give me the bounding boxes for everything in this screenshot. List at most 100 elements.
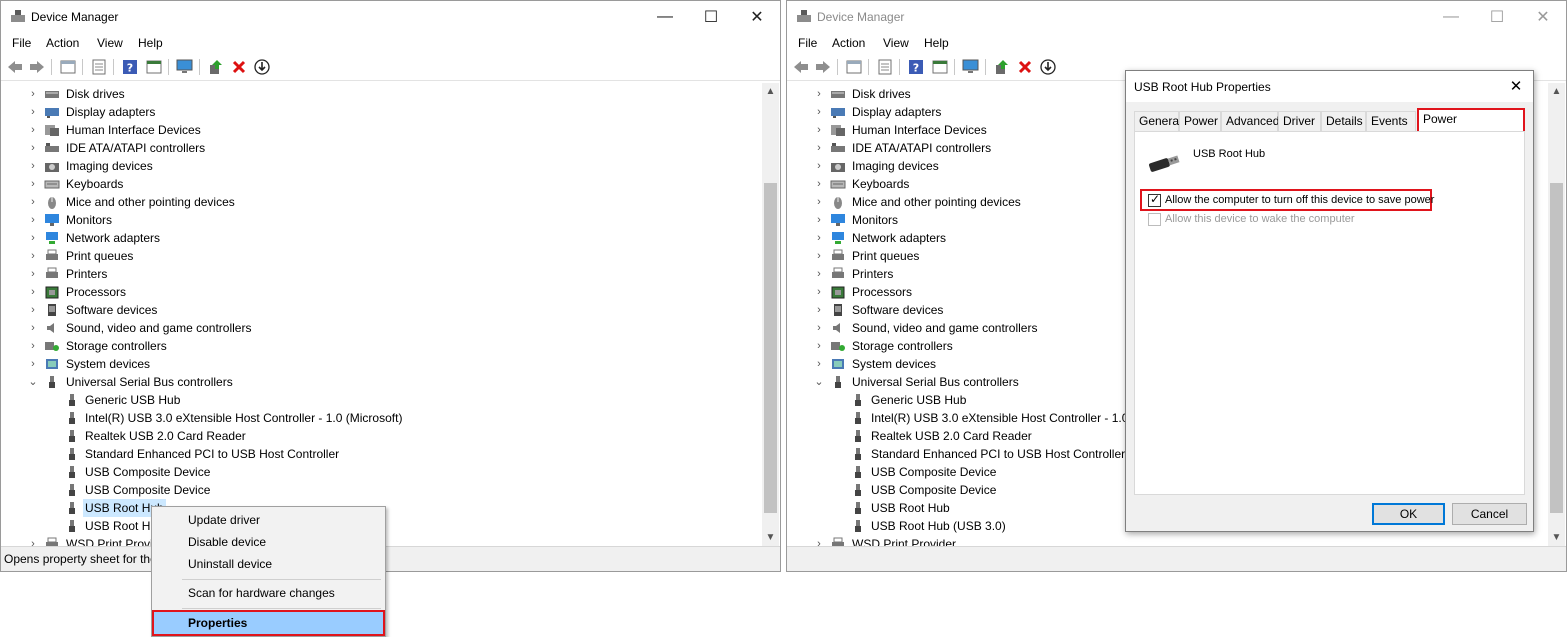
allow-turn-off-label[interactable]: Allow the computer to turn off this devi… xyxy=(1165,194,1434,206)
menu-view[interactable]: View xyxy=(97,36,123,50)
menu-file[interactable]: File xyxy=(12,36,31,50)
properties-icon[interactable] xyxy=(90,58,108,76)
vertical-scrollbar[interactable]: ▲ ▼ xyxy=(1548,83,1565,546)
scroll-up-icon[interactable]: ▲ xyxy=(1548,83,1565,100)
menu-item-uninstall-device[interactable]: Uninstall device xyxy=(154,553,383,575)
expand-chevron-icon[interactable]: › xyxy=(814,535,824,546)
expand-chevron-icon[interactable]: › xyxy=(814,265,824,283)
scroll-up-icon[interactable]: ▲ xyxy=(762,83,779,100)
allow-turn-off-checkbox[interactable] xyxy=(1148,192,1161,207)
expand-chevron-icon[interactable]: › xyxy=(28,175,38,193)
tab-driver[interactable]: Driver xyxy=(1278,111,1321,131)
help-icon[interactable]: ? xyxy=(121,58,139,76)
disable-device-icon[interactable] xyxy=(1039,58,1057,76)
show-hide-tree-icon[interactable] xyxy=(59,58,77,76)
expand-chevron-icon[interactable]: › xyxy=(814,355,824,373)
expand-chevron-icon[interactable]: › xyxy=(28,265,38,283)
back-icon[interactable] xyxy=(792,58,810,76)
help-icon[interactable]: ? xyxy=(907,58,925,76)
view-resources-icon[interactable] xyxy=(931,58,949,76)
update-driver-icon[interactable] xyxy=(207,58,225,76)
menu-help[interactable]: Help xyxy=(138,36,163,50)
menu-action[interactable]: Action xyxy=(832,36,865,50)
forward-icon[interactable] xyxy=(814,58,832,76)
tab-details[interactable]: Details xyxy=(1321,111,1366,131)
properties-icon[interactable] xyxy=(876,58,894,76)
expand-chevron-icon[interactable]: › xyxy=(28,229,38,247)
close-button[interactable]: ✕ xyxy=(734,1,780,32)
close-button[interactable]: ✕ xyxy=(1520,1,1566,32)
expand-chevron-icon[interactable]: › xyxy=(814,247,824,265)
menu-file[interactable]: File xyxy=(798,36,817,50)
tab-power[interactable]: Power xyxy=(1179,111,1221,131)
expand-chevron-icon[interactable]: › xyxy=(28,211,38,229)
category-label: Keyboards xyxy=(66,177,124,191)
menu-item-disable-device[interactable]: Disable device xyxy=(154,531,383,553)
ok-button[interactable]: OK xyxy=(1372,503,1445,525)
maximize-button[interactable]: ☐ xyxy=(688,1,734,32)
expand-chevron-icon[interactable]: › xyxy=(814,337,824,355)
expand-chevron-icon[interactable]: › xyxy=(28,283,38,301)
expand-chevron-icon[interactable]: › xyxy=(814,157,824,175)
expand-chevron-icon[interactable]: › xyxy=(28,139,38,157)
collapse-chevron-icon[interactable]: ⌄ xyxy=(814,373,824,391)
expand-chevron-icon[interactable]: › xyxy=(28,535,38,546)
expand-chevron-icon[interactable]: › xyxy=(814,175,824,193)
expand-chevron-icon[interactable]: › xyxy=(28,85,38,103)
maximize-button[interactable]: ☐ xyxy=(1474,1,1520,32)
expand-chevron-icon[interactable]: › xyxy=(28,319,38,337)
tab-power-management[interactable]: Power Management xyxy=(1417,108,1525,144)
uninstall-icon[interactable] xyxy=(1016,58,1034,76)
tab-events[interactable]: Events xyxy=(1366,111,1416,131)
show-hide-tree-icon[interactable] xyxy=(845,58,863,76)
menu-item-update-driver[interactable]: Update driver xyxy=(154,509,383,531)
expand-chevron-icon[interactable]: › xyxy=(814,193,824,211)
cancel-button[interactable]: Cancel xyxy=(1452,503,1527,525)
expand-chevron-icon[interactable]: › xyxy=(814,283,824,301)
expand-chevron-icon[interactable]: › xyxy=(28,157,38,175)
expand-chevron-icon[interactable]: › xyxy=(28,301,38,319)
expand-chevron-icon[interactable]: › xyxy=(814,229,824,247)
expand-chevron-icon[interactable]: › xyxy=(28,193,38,211)
expand-chevron-icon[interactable]: › xyxy=(28,103,38,121)
scroll-thumb[interactable] xyxy=(1550,183,1563,513)
expand-chevron-icon[interactable]: › xyxy=(28,121,38,139)
expand-chevron-icon[interactable]: › xyxy=(28,247,38,265)
scroll-down-icon[interactable]: ▼ xyxy=(762,529,779,546)
scroll-down-icon[interactable]: ▼ xyxy=(1548,529,1565,546)
software-device-icon xyxy=(48,304,56,316)
scan-hardware-icon[interactable] xyxy=(176,58,194,76)
expand-chevron-icon[interactable]: › xyxy=(814,139,824,157)
menu-item-properties[interactable]: Properties xyxy=(152,610,385,636)
update-driver-icon[interactable] xyxy=(993,58,1011,76)
view-resources-icon[interactable] xyxy=(145,58,163,76)
expand-chevron-icon[interactable]: › xyxy=(28,355,38,373)
scan-hardware-icon[interactable] xyxy=(962,58,980,76)
dialog-close-button[interactable]: ✕ xyxy=(1499,71,1533,102)
menu-help[interactable]: Help xyxy=(924,36,949,50)
minimize-button[interactable]: — xyxy=(1428,1,1474,32)
disable-device-icon[interactable] xyxy=(253,58,271,76)
expand-chevron-icon[interactable]: › xyxy=(28,337,38,355)
device-manager-window-left: Device Manager — ☐ ✕ File Action View He… xyxy=(0,0,781,572)
scroll-thumb[interactable] xyxy=(764,183,777,513)
expand-chevron-icon[interactable]: › xyxy=(814,121,824,139)
vertical-scrollbar[interactable]: ▲ ▼ xyxy=(762,83,779,546)
forward-icon[interactable] xyxy=(28,58,46,76)
expand-chevron-icon[interactable]: › xyxy=(814,85,824,103)
usb-icon xyxy=(855,394,861,406)
menu-item-scan-hardware[interactable]: Scan for hardware changes xyxy=(154,582,383,604)
collapse-chevron-icon[interactable]: ⌄ xyxy=(28,373,38,391)
device-tree[interactable]: › Disk drives › Display adapters › Human Inte… xyxy=(2,83,762,546)
menu-action[interactable]: Action xyxy=(46,36,79,50)
menu-view[interactable]: View xyxy=(883,36,909,50)
expand-chevron-icon[interactable]: › xyxy=(814,103,824,121)
uninstall-icon[interactable] xyxy=(230,58,248,76)
back-icon[interactable] xyxy=(6,58,24,76)
tab-general[interactable]: General xyxy=(1134,111,1182,131)
tab-advanced[interactable]: Advanced xyxy=(1221,111,1279,131)
expand-chevron-icon[interactable]: › xyxy=(814,319,824,337)
minimize-button[interactable]: — xyxy=(642,1,688,32)
expand-chevron-icon[interactable]: › xyxy=(814,301,824,319)
expand-chevron-icon[interactable]: › xyxy=(814,211,824,229)
